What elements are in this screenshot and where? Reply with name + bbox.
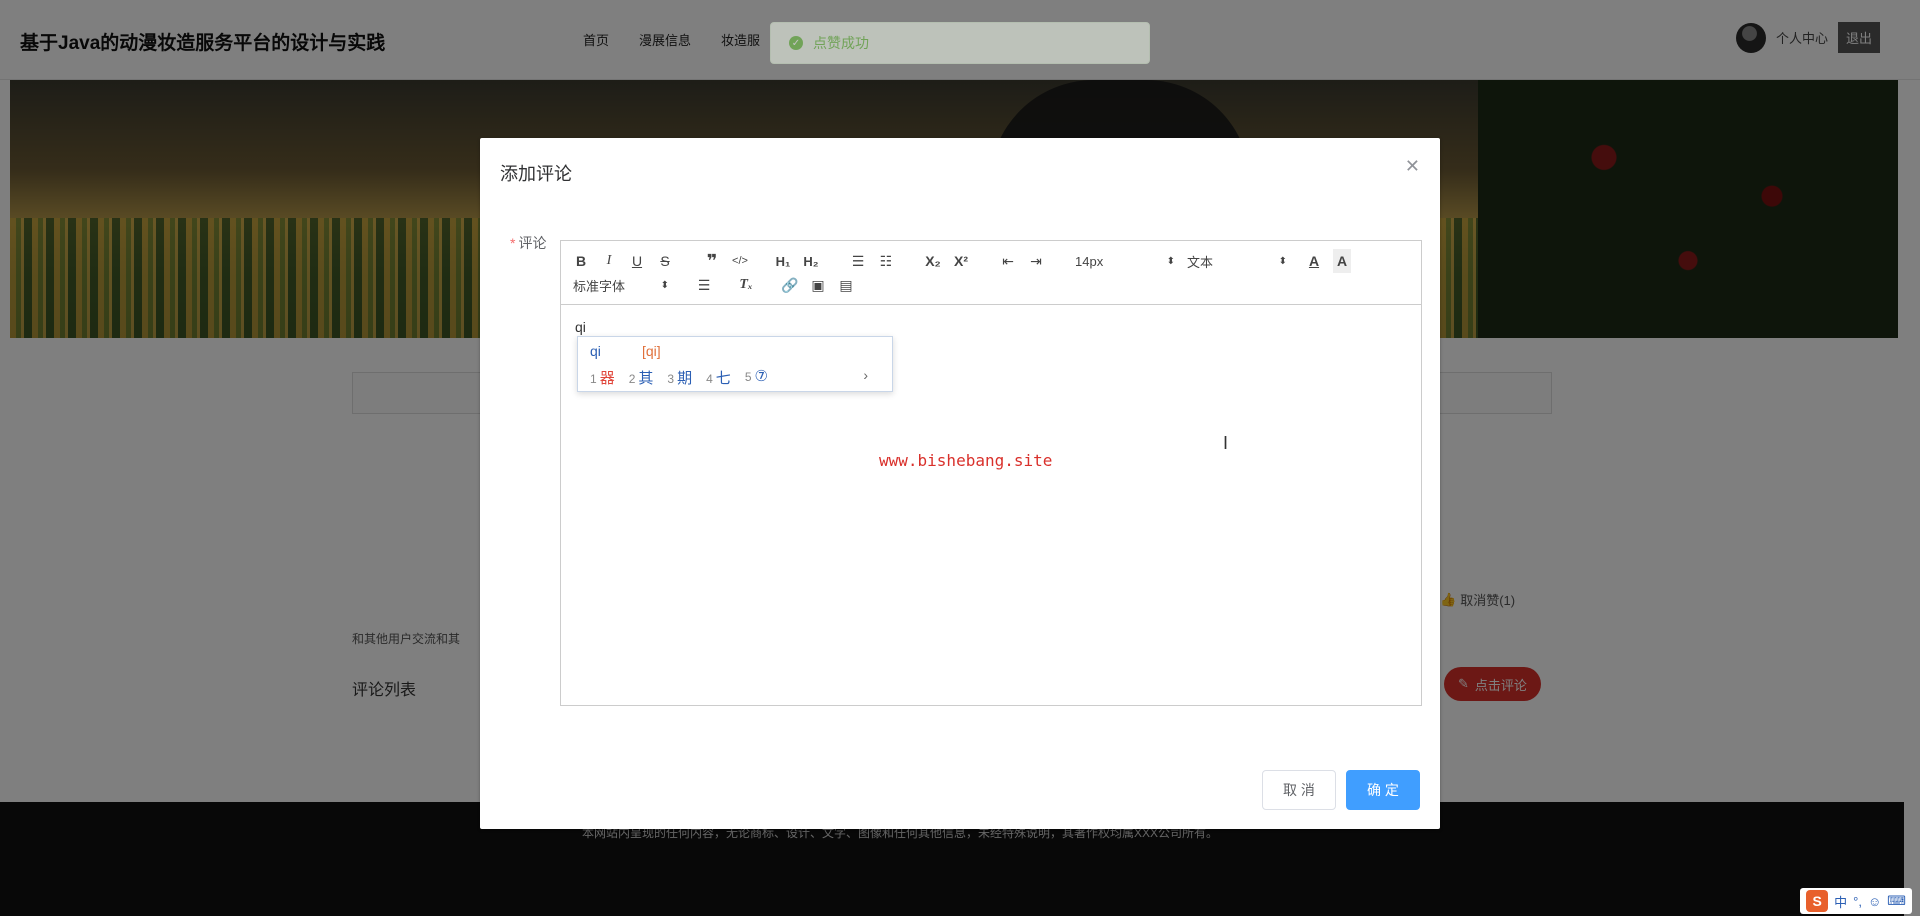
italic-icon[interactable]: I: [601, 249, 617, 273]
select-arrow-icon: ⬍: [1166, 255, 1175, 267]
video-icon[interactable]: ▤: [837, 273, 855, 297]
link-icon[interactable]: 🔗: [781, 273, 799, 297]
font-size-select[interactable]: 14px ⬍: [1075, 249, 1175, 273]
ime-candidate-list: 1器 2其 3期 4七 5⑦: [590, 367, 768, 388]
sogou-logo-icon[interactable]: S: [1806, 890, 1829, 912]
ime-next-page-icon[interactable]: ›: [863, 367, 868, 383]
ime-candidate[interactable]: 1器: [590, 367, 615, 388]
font-family-select[interactable]: 标准字体 ⬍: [573, 273, 669, 297]
success-check-icon: ✓: [789, 36, 803, 50]
underline-icon[interactable]: U: [629, 249, 645, 273]
ime-candidate[interactable]: 3期: [667, 367, 692, 388]
ime-candidate[interactable]: 2其: [629, 367, 654, 388]
background-color-icon[interactable]: A: [1333, 249, 1351, 273]
ime-candidate[interactable]: 4七: [706, 367, 731, 388]
blockquote-icon[interactable]: ❞: [703, 249, 721, 273]
comment-field-label: * 评论: [510, 235, 547, 251]
ime-candidate-popup: qi [qi] 1器 2其 3期 4七 5⑦ ›: [577, 336, 893, 392]
add-comment-dialog: 添加评论 ✕ * 评论 B I U S ❞ </> H₁ H₂ ☰ ☷ X₂ X²…: [480, 138, 1440, 829]
close-icon[interactable]: ✕: [1405, 156, 1420, 177]
superscript-icon[interactable]: X²: [951, 249, 971, 273]
ime-hint: [qi]: [642, 343, 661, 359]
ordered-list-icon[interactable]: ☰: [849, 249, 867, 273]
watermark-text: www.bishebang.site: [879, 451, 1053, 470]
ime-candidate[interactable]: 5⑦: [745, 367, 768, 388]
toast-message: 点赞成功: [813, 35, 869, 51]
keyboard-icon[interactable]: ⌨: [1887, 893, 1906, 909]
indent-icon[interactable]: ⇥: [1027, 249, 1045, 273]
bold-icon[interactable]: B: [573, 249, 589, 273]
success-toast: ✓ 点赞成功: [770, 22, 1150, 64]
header-select[interactable]: 文本 ⬍: [1187, 249, 1287, 273]
code-block-icon[interactable]: </>: [731, 249, 749, 273]
strikethrough-icon[interactable]: S: [657, 249, 673, 273]
ime-pinyin: qi: [590, 343, 601, 359]
dialog-title: 添加评论: [500, 164, 572, 184]
emoji-icon[interactable]: ☺: [1868, 894, 1881, 909]
ime-punctuation-toggle[interactable]: °,: [1853, 894, 1862, 909]
align-left-icon[interactable]: ☰: [695, 273, 713, 297]
editor-typed-text: qi: [575, 319, 586, 335]
select-arrow-icon: ⬍: [1278, 255, 1287, 267]
confirm-button[interactable]: 确 定: [1346, 770, 1420, 810]
ime-tray: S 中 °, ☺ ⌨: [1800, 888, 1912, 914]
subscript-icon[interactable]: X₂: [923, 249, 943, 273]
select-arrow-icon: ⬍: [660, 279, 669, 291]
clear-format-icon[interactable]: Tₓ: [737, 273, 755, 297]
editor-toolbar: B I U S ❞ </> H₁ H₂ ☰ ☷ X₂ X² ⇤ ⇥ 14px ⬍ …: [561, 241, 1421, 305]
required-mark: *: [510, 235, 516, 251]
cancel-button[interactable]: 取 消: [1262, 770, 1336, 810]
font-color-icon[interactable]: A: [1305, 249, 1323, 273]
rich-text-editor: B I U S ❞ </> H₁ H₂ ☰ ☷ X₂ X² ⇤ ⇥ 14px ⬍ …: [560, 240, 1422, 706]
outdent-icon[interactable]: ⇤: [999, 249, 1017, 273]
image-icon[interactable]: ▣: [809, 273, 827, 297]
ime-mode-toggle[interactable]: 中: [1834, 892, 1847, 911]
heading2-icon[interactable]: H₂: [801, 249, 821, 273]
bullet-list-icon[interactable]: ☷: [877, 249, 895, 273]
text-cursor-icon: I: [1223, 433, 1229, 453]
heading1-icon[interactable]: H₁: [773, 249, 793, 273]
